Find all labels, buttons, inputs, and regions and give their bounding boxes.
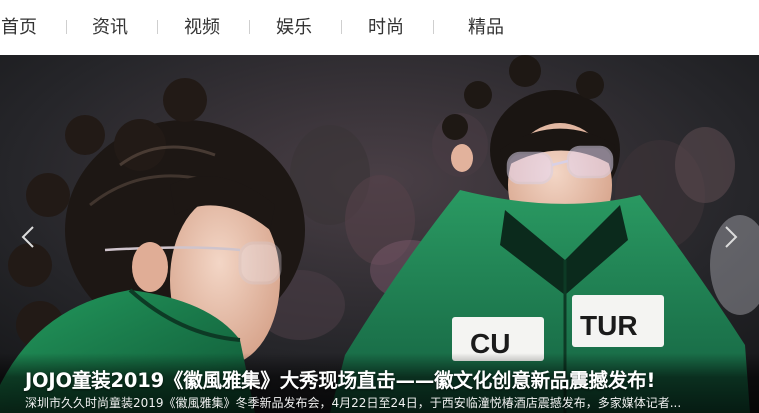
nav-divider <box>249 20 250 34</box>
carousel-slider[interactable]: CU TUR JOJO童装2019《徽風雅集》大秀现场直击——徽文化创意新品震撼… <box>0 55 759 413</box>
nav-item-news[interactable]: 资讯 <box>92 0 128 55</box>
nav-item-video[interactable]: 视频 <box>184 0 220 55</box>
nav-item-boutique[interactable]: 精品 <box>468 0 504 55</box>
nav-divider <box>433 20 434 34</box>
nav-divider <box>157 20 158 34</box>
top-nav: 首页 资讯 视频 娱乐 时尚 精品 <box>0 0 759 55</box>
slide-headline-link[interactable]: JOJO童装2019《徽風雅集》大秀现场直击——徽文化创意新品震撼发布! <box>25 364 655 393</box>
nav-item-fashion[interactable]: 时尚 <box>368 0 404 55</box>
chevron-left-icon <box>21 226 34 248</box>
nav-item-entertainment[interactable]: 娱乐 <box>276 0 312 55</box>
slide-summary: 深圳市久久时尚童装2019《徽風雅集》冬季新品发布会，4月22日至24日，于西安… <box>25 396 682 410</box>
nav-divider <box>66 20 67 34</box>
carousel-prev-button[interactable] <box>16 220 40 254</box>
chevron-right-icon <box>725 226 738 248</box>
carousel-next-button[interactable] <box>719 220 743 254</box>
shirt-text-right: TUR <box>580 310 638 341</box>
nav-item-home[interactable]: 首页 <box>1 0 37 55</box>
nav-divider <box>341 20 342 34</box>
